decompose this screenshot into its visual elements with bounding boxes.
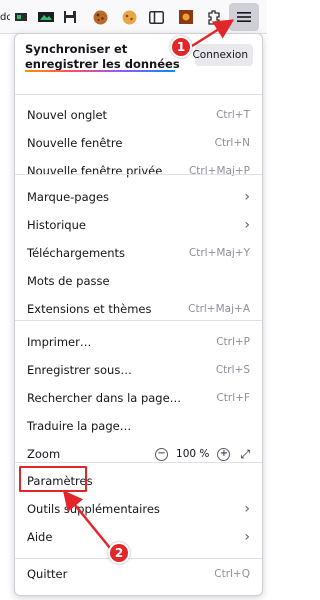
menu-item-shortcut: Ctrl+P [216,336,250,348]
app-menu-panel: Synchroniser et enregistrer les données … [14,33,263,596]
menu-item-passwords[interactable]: Mots de passe [15,268,262,294]
zoom-level[interactable]: 100 % [174,448,211,460]
zoom-controls: − 100 % + ⤢ [155,447,250,461]
menu-item-label: Outils supplémentaires [27,502,160,516]
hamburger-menu-icon [237,12,251,22]
zoom-in-button[interactable]: + [217,447,231,461]
step-badge-2: 2 [108,542,130,564]
cookie-icon[interactable] [120,8,138,26]
sync-accent-line [25,70,175,72]
extensions-icon[interactable] [205,8,223,26]
menu-item-history[interactable]: Historique › [15,212,262,238]
chevron-right-icon: › [244,217,250,233]
menu-item-new-tab[interactable]: Nouvel onglet Ctrl+T [15,102,262,128]
menu-item-print[interactable]: Imprimer… Ctrl+P [15,329,262,355]
separator [15,94,262,95]
menu-item-label: Marque-pages [27,190,110,204]
separator [15,320,262,321]
chevron-right-icon: › [244,529,250,545]
app-menu-button[interactable] [229,3,259,31]
settings-highlight-box [19,466,87,492]
truncated-tab-text: dde [0,12,10,23]
menu-item-shortcut: Ctrl+T [216,109,250,121]
menu-item-save-as[interactable]: Enregistrer sous… Ctrl+S [15,357,262,383]
menu-item-shortcut: Ctrl+Maj+A [188,303,250,315]
menu-item-label: Zoom [27,447,61,461]
menu-item-addons[interactable]: Extensions et thèmes Ctrl+Maj+A [15,296,262,322]
menu-item-label: Extensions et thèmes [27,302,152,316]
menu-item-shortcut: Ctrl+Maj+P [188,165,250,177]
menu-item-translate[interactable]: Traduire la page… [15,413,262,439]
menu-item-label: Nouvelle fenêtre [27,136,123,150]
menu-item-shortcut: Ctrl+Q [214,568,250,580]
separator [15,558,262,559]
sync-title: Synchroniser et enregistrer les données [25,42,180,71]
cookie-icon[interactable] [91,8,109,26]
menu-item-label: Enregistrer sous… [27,363,132,377]
menu-item-label: Rechercher dans la page… [27,391,182,405]
menu-item-find-in-page[interactable]: Rechercher dans la page… Ctrl+F [15,385,262,411]
zoom-out-button[interactable]: − [155,447,169,461]
screenshot-icon[interactable] [37,8,55,26]
step-badge-1: 1 [170,36,192,58]
sync-section: Synchroniser et enregistrer les données … [25,42,255,78]
menu-item-bookmarks[interactable]: Marque-pages › [15,184,262,210]
menu-item-help[interactable]: Aide › [15,524,262,550]
menu-item-more-tools[interactable]: Outils supplémentaires › [15,496,262,522]
menu-item-downloads[interactable]: Téléchargements Ctrl+Maj+Y [15,240,262,266]
sign-in-button[interactable]: Connexion [192,44,253,66]
extension-icon[interactable] [12,8,30,26]
chevron-right-icon: › [244,501,250,517]
menu-item-label: Quitter [27,567,68,581]
menu-item-zoom: Zoom − 100 % + ⤢ [15,441,262,467]
menu-item-shortcut: Ctrl+Maj+Y [188,247,250,259]
menu-item-label: Aide [27,530,53,544]
separator [15,174,262,175]
menu-item-private-window[interactable]: Nouvelle fenêtre privée Ctrl+Maj+P [15,158,262,184]
chevron-right-icon: › [244,189,250,205]
menu-item-label: Téléchargements [27,246,126,260]
menu-item-quit[interactable]: Quitter Ctrl+Q [15,561,262,587]
menu-item-shortcut: Ctrl+N [214,137,250,149]
separator [15,462,262,463]
sidebar-icon[interactable] [147,8,165,26]
menu-item-label: Mots de passe [27,274,110,288]
addon-icon[interactable] [177,8,195,26]
menu-item-label: Imprimer… [27,335,92,349]
browser-toolbar: dde [0,0,267,34]
save-icon[interactable] [61,8,79,26]
menu-item-label: Nouvelle fenêtre privée [27,164,163,178]
menu-item-label: Historique [27,218,86,232]
menu-item-shortcut: Ctrl+F [216,392,250,404]
fullscreen-icon[interactable]: ⤢ [240,448,250,460]
menu-item-label: Traduire la page… [27,419,132,433]
menu-item-new-window[interactable]: Nouvelle fenêtre Ctrl+N [15,130,262,156]
menu-item-shortcut: Ctrl+S [215,364,250,376]
menu-item-label: Nouvel onglet [27,108,108,122]
